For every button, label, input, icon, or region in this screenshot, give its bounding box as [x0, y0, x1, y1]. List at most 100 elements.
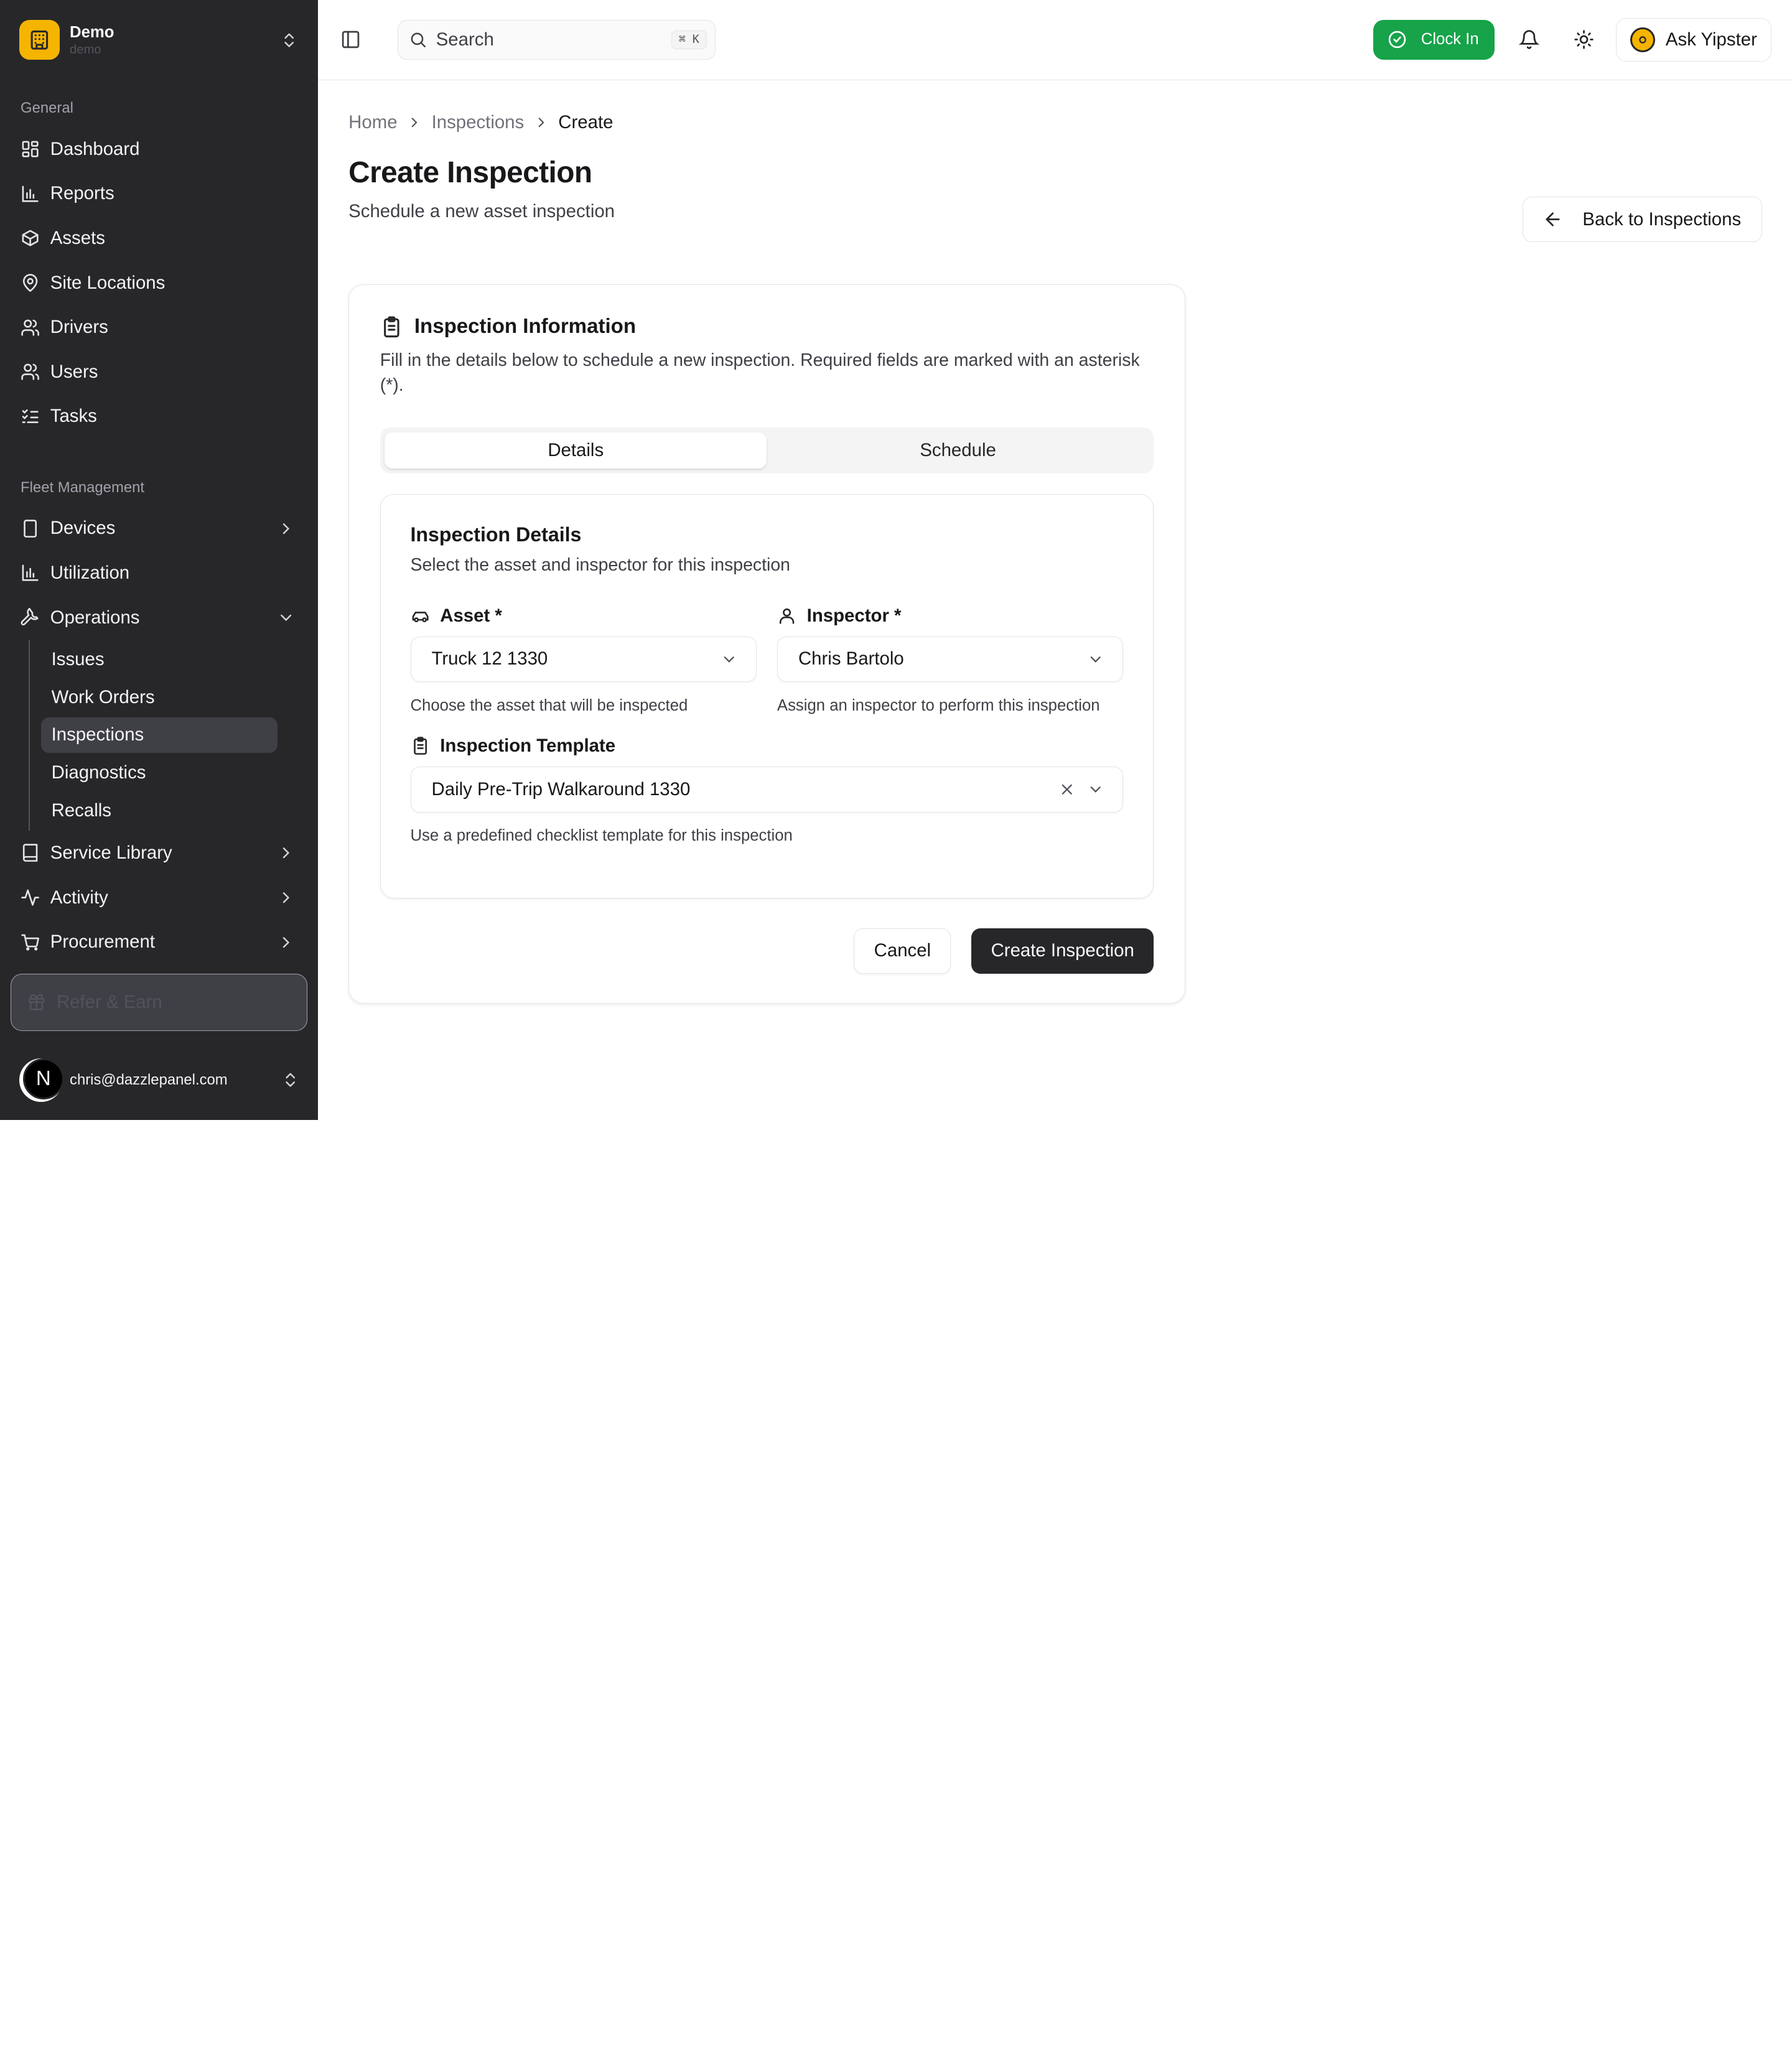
chevron-down-icon: [1091, 786, 1101, 793]
sidebar-item-service-library[interactable]: Service Library: [0, 831, 318, 875]
create-inspection-button[interactable]: Create Inspection: [971, 928, 1154, 974]
chevron-right-icon: [282, 936, 289, 948]
sidebar-item-utilization[interactable]: Utilization: [0, 551, 318, 595]
refer-and-earn-button[interactable]: Refer & Earn: [10, 973, 308, 1031]
chart-icon: [22, 185, 39, 202]
clock-in-button[interactable]: Clock In: [1373, 19, 1495, 60]
asset-value: Truck 12 1330: [431, 648, 548, 669]
sidebar: Demo demo General Dashboard Reports Asse…: [0, 0, 318, 1120]
sidebar-item-site-locations[interactable]: Site Locations: [0, 261, 318, 306]
sidebar-subitem-inspections[interactable]: Inspections: [41, 717, 278, 753]
map-pin-icon: [22, 274, 38, 292]
card-title: Inspection Information: [414, 315, 637, 338]
back-to-inspections-button[interactable]: Back to Inspections: [1522, 196, 1763, 243]
sidebar-item-operations[interactable]: Operations: [0, 595, 318, 640]
chart-icon: [22, 564, 39, 582]
refer-label: Refer & Earn: [56, 991, 162, 1012]
sidebar-subitem-diagnostics[interactable]: Diagnostics: [41, 755, 278, 791]
asset-field: Asset * Truck 12 1330 Choose the asset t…: [410, 604, 757, 717]
breadcrumb-home[interactable]: Home: [348, 112, 397, 133]
notifications-button[interactable]: [1508, 19, 1549, 60]
sidebar-item-procurement[interactable]: Procurement: [0, 920, 318, 964]
breadcrumb: Home Inspections Create: [348, 110, 1761, 134]
sidebar-item-tasks[interactable]: Tasks: [0, 394, 318, 439]
car-icon: [412, 612, 429, 623]
chevron-right-icon: [282, 523, 289, 534]
inspection-info-card: Inspection Information Fill in the detai…: [348, 284, 1185, 1004]
theme-toggle-button[interactable]: [1564, 19, 1605, 60]
wrench-icon: [21, 608, 39, 626]
tab-list: Details Schedule: [380, 427, 1154, 473]
card-description: Fill in the details below to schedule a …: [380, 350, 1140, 396]
inspector-select[interactable]: Chris Bartolo: [777, 636, 1124, 683]
avatar-letter: N: [22, 1058, 64, 1099]
sidebar-item-users[interactable]: Users: [0, 350, 318, 394]
search-icon: [411, 32, 426, 48]
sidebar-item-label: Assets: [50, 227, 105, 248]
cart-icon: [21, 934, 39, 951]
sidebar-item-devices[interactable]: Devices: [0, 506, 318, 551]
ask-yipster-label: Ask Yipster: [1665, 29, 1757, 50]
clipboard-icon: [383, 316, 399, 337]
gift-icon: [28, 994, 45, 1010]
activity-icon: [21, 889, 39, 906]
book-icon: [22, 844, 38, 862]
chevron-right-icon: [411, 118, 418, 128]
sidebar-toggle-icon[interactable]: [340, 29, 361, 50]
sun-icon: [1574, 30, 1594, 49]
sidebar-item-label: Users: [50, 361, 98, 382]
sidebar-item-drivers[interactable]: Drivers: [0, 305, 318, 350]
chevron-down-icon: [280, 614, 291, 622]
breadcrumb-inspections[interactable]: Inspections: [432, 112, 525, 133]
sidebar-item-label: Activity: [50, 887, 108, 908]
user-menu[interactable]: N chris@dazzlepanel.com: [19, 1052, 299, 1109]
search-shortcut: ⌘ K: [671, 30, 707, 49]
chevron-right-icon: [282, 892, 289, 903]
asset-help: Choose the asset that will be inspected: [410, 696, 688, 714]
template-select[interactable]: Daily Pre-Trip Walkaround 1330: [410, 767, 1124, 813]
sidebar-item-label: Operations: [50, 607, 140, 628]
search-placeholder: Search: [436, 29, 494, 50]
chevron-right-icon: [282, 847, 289, 859]
ask-yipster-button[interactable]: Ask Yipster: [1615, 17, 1771, 62]
building-icon: [19, 20, 60, 60]
user-icon: [779, 608, 795, 624]
section-label-fleet: Fleet Management: [21, 478, 144, 496]
page-title: Create Inspection: [348, 156, 592, 189]
details-description: Select the asset and inspector for this …: [410, 555, 791, 576]
org-switcher[interactable]: Demo demo: [0, 0, 318, 80]
arrow-left-icon: [1546, 212, 1560, 226]
sidebar-item-label: Reports: [50, 183, 114, 204]
sidebar-item-assets[interactable]: Assets: [0, 216, 318, 261]
tab-schedule[interactable]: Schedule: [767, 432, 1149, 469]
clear-icon[interactable]: [1058, 781, 1076, 798]
users-icon: [21, 319, 39, 336]
sidebar-item-dashboard[interactable]: Dashboard: [0, 127, 318, 172]
tab-details[interactable]: Details: [385, 432, 767, 469]
org-name: Demo: [70, 23, 114, 41]
template-value: Daily Pre-Trip Walkaround 1330: [431, 778, 691, 800]
sidebar-item-label: Dashboard: [50, 138, 140, 159]
asset-select[interactable]: Truck 12 1330: [410, 636, 757, 683]
sidebar-item-label: Drivers: [50, 317, 108, 338]
sidebar-item-label: Utilization: [50, 562, 130, 583]
inspector-field: Inspector * Chris Bartolo Assign an insp…: [777, 604, 1124, 717]
user-email: chris@dazzlepanel.com: [70, 1071, 228, 1088]
org-slug: demo: [70, 42, 101, 57]
sidebar-item-reports[interactable]: Reports: [0, 171, 318, 216]
clipboard-list-icon: [413, 737, 427, 755]
template-label: Inspection Template: [440, 735, 616, 757]
chevrons-up-down-icon: [286, 1073, 295, 1087]
sidebar-item-label: Procurement: [50, 931, 155, 953]
sidebar-item-label: Site Locations: [50, 272, 166, 293]
dashboard-icon: [22, 141, 39, 157]
sidebar-subitem-recalls[interactable]: Recalls: [41, 793, 278, 829]
sidebar-item-activity[interactable]: Activity: [0, 875, 318, 920]
form-actions: Cancel Create Inspection: [380, 928, 1154, 974]
users-icon: [21, 363, 39, 380]
asset-label: Asset *: [440, 605, 502, 626]
search-input[interactable]: Search ⌘ K: [398, 19, 716, 60]
cancel-button[interactable]: Cancel: [854, 928, 951, 974]
sidebar-subitem-issues[interactable]: Issues: [41, 642, 278, 678]
sidebar-subitem-work-orders[interactable]: Work Orders: [41, 680, 278, 716]
